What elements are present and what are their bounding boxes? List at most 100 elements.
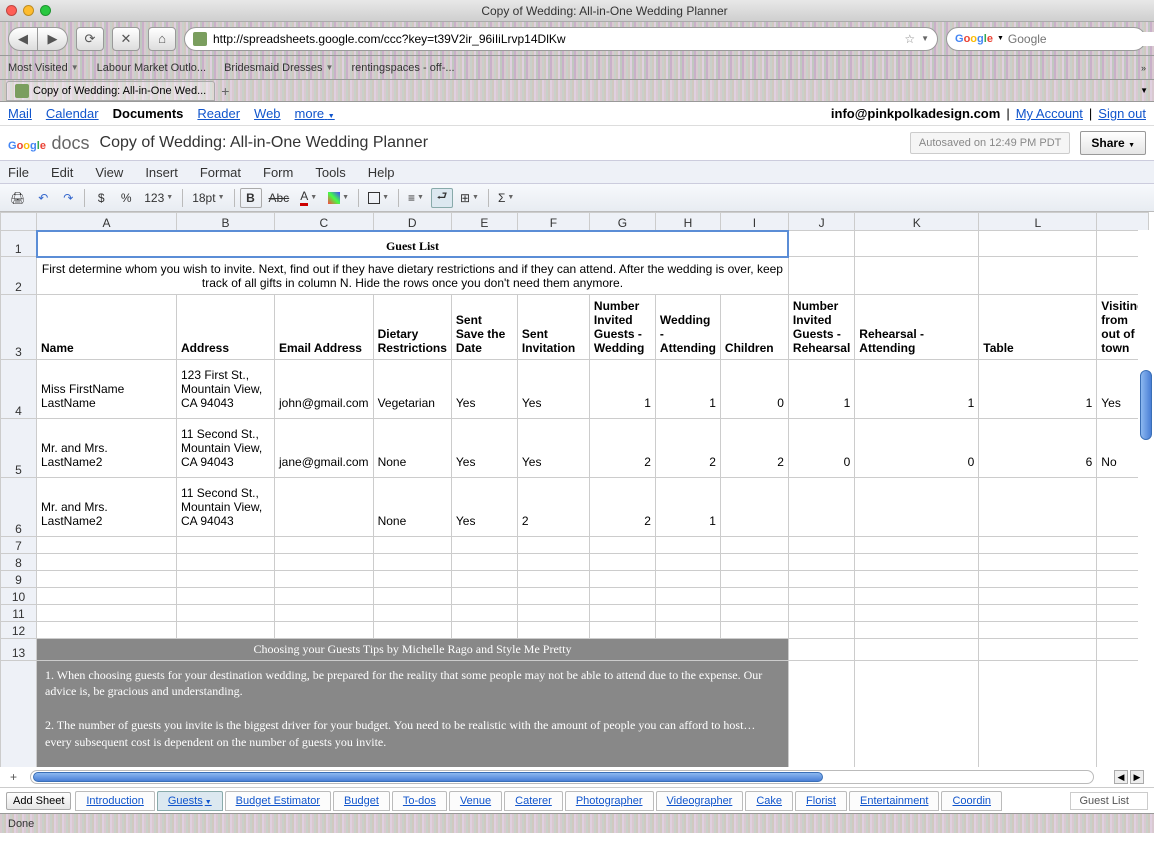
sheet-tab[interactable]: Videographer xyxy=(656,791,744,811)
gbar-reader[interactable]: Reader xyxy=(197,106,240,121)
dropdown-icon[interactable]: ▼ xyxy=(921,34,929,43)
data-cell[interactable]: 1 xyxy=(788,359,854,418)
empty-cell[interactable] xyxy=(589,553,655,570)
data-cell[interactable]: 1 xyxy=(655,477,720,536)
empty-cell[interactable] xyxy=(855,587,979,604)
gbar-more[interactable]: more ▼ xyxy=(295,106,335,121)
empty-cell[interactable] xyxy=(855,536,979,553)
percent-button[interactable]: % xyxy=(115,188,137,208)
empty-cell[interactable] xyxy=(855,553,979,570)
search-input[interactable] xyxy=(1008,32,1154,46)
sheet-tab[interactable]: Photographer xyxy=(565,791,654,811)
borders-button[interactable]: ▼ xyxy=(364,188,393,208)
column-header[interactable]: H xyxy=(655,213,720,231)
empty-cell[interactable] xyxy=(275,621,374,638)
zoom-window-button[interactable] xyxy=(40,5,51,16)
menu-help[interactable]: Help xyxy=(368,165,395,180)
data-cell[interactable]: None xyxy=(373,477,451,536)
stop-button[interactable]: ✕ xyxy=(112,27,140,51)
empty-cell[interactable] xyxy=(979,621,1097,638)
text-color-button[interactable]: A▼ xyxy=(296,188,321,208)
data-cell[interactable]: None xyxy=(373,418,451,477)
data-cell[interactable]: Yes xyxy=(517,418,589,477)
strikethrough-button[interactable]: Abc xyxy=(265,188,294,208)
sheet-tab[interactable]: Florist xyxy=(795,791,847,811)
menu-view[interactable]: View xyxy=(95,165,123,180)
column-label[interactable]: Table xyxy=(979,294,1097,359)
document-title[interactable]: Copy of Wedding: All-in-One Wedding Plan… xyxy=(100,134,428,152)
empty-cell[interactable] xyxy=(37,536,177,553)
browser-tab[interactable]: Copy of Wedding: All-in-One Wed... xyxy=(6,81,215,101)
column-header[interactable]: K xyxy=(855,213,979,231)
column-header[interactable]: A xyxy=(37,213,177,231)
data-cell[interactable]: Yes xyxy=(451,418,517,477)
sheet-tab[interactable]: Budget xyxy=(333,791,390,811)
data-cell[interactable]: Yes xyxy=(451,359,517,418)
data-cell[interactable] xyxy=(855,477,979,536)
empty-cell[interactable] xyxy=(788,553,854,570)
menu-file[interactable]: File xyxy=(8,165,29,180)
data-cell[interactable] xyxy=(979,477,1097,536)
empty-cell[interactable] xyxy=(655,604,720,621)
scroll-right-button[interactable]: ▶ xyxy=(1130,770,1144,784)
browser-search[interactable]: Google ▼ 🔍 xyxy=(946,27,1146,51)
column-header[interactable]: E xyxy=(451,213,517,231)
tips-body[interactable]: 1. When choosing guests for your destina… xyxy=(37,660,789,767)
menu-edit[interactable]: Edit xyxy=(51,165,73,180)
data-cell[interactable]: 0 xyxy=(788,418,854,477)
data-cell[interactable]: 2 xyxy=(517,477,589,536)
empty-cell[interactable] xyxy=(720,621,788,638)
menu-insert[interactable]: Insert xyxy=(145,165,178,180)
tips-header[interactable]: Choosing your Guests Tips by Michelle Ra… xyxy=(37,638,789,660)
empty-cell[interactable] xyxy=(589,587,655,604)
sheet-tab[interactable]: Caterer xyxy=(504,791,563,811)
bookmark-star-icon[interactable]: ☆ xyxy=(904,32,915,46)
data-cell[interactable]: 2 xyxy=(655,418,720,477)
empty-cell[interactable] xyxy=(589,536,655,553)
guest-list-title[interactable]: Guest List xyxy=(37,231,789,257)
empty-cell[interactable] xyxy=(275,570,374,587)
empty-cell[interactable] xyxy=(655,536,720,553)
empty-cell[interactable] xyxy=(177,570,275,587)
forward-button[interactable]: ▶ xyxy=(38,27,68,51)
empty-cell[interactable] xyxy=(655,553,720,570)
column-label[interactable]: Sent Save the Date xyxy=(451,294,517,359)
minimize-window-button[interactable] xyxy=(23,5,34,16)
data-cell[interactable]: 1 xyxy=(655,359,720,418)
data-cell[interactable]: 6 xyxy=(979,418,1097,477)
search-dropdown-icon[interactable]: ▼ xyxy=(997,35,1004,42)
column-label[interactable]: Number Invited Guests - Rehearsal xyxy=(788,294,854,359)
data-cell[interactable]: 1 xyxy=(855,359,979,418)
empty-cell[interactable] xyxy=(37,587,177,604)
empty-cell[interactable] xyxy=(451,536,517,553)
column-label[interactable]: Rehearsal - Attending xyxy=(855,294,979,359)
column-header[interactable] xyxy=(1097,213,1149,231)
empty-cell[interactable] xyxy=(373,570,451,587)
empty-cell[interactable] xyxy=(37,570,177,587)
print-button[interactable]: 🖨 xyxy=(6,188,29,208)
bold-button[interactable]: B xyxy=(240,188,262,208)
data-cell[interactable]: jane@gmail.com xyxy=(275,418,374,477)
data-cell[interactable]: 2 xyxy=(720,418,788,477)
empty-cell[interactable] xyxy=(655,621,720,638)
share-button[interactable]: Share ▼ xyxy=(1080,131,1146,155)
sheet-tab[interactable]: Venue xyxy=(449,791,502,811)
empty-cell[interactable] xyxy=(979,570,1097,587)
column-label[interactable]: Sent Invitation xyxy=(517,294,589,359)
data-cell[interactable]: 0 xyxy=(720,359,788,418)
empty-cell[interactable] xyxy=(177,536,275,553)
bookmark-item[interactable]: Most Visited▼ xyxy=(8,62,79,74)
sheet-tab[interactable]: To-dos xyxy=(392,791,447,811)
formula-button[interactable]: Σ▼ xyxy=(494,188,518,208)
column-label[interactable]: Wedding - Attending xyxy=(655,294,720,359)
empty-cell[interactable] xyxy=(788,536,854,553)
sheet-tab[interactable]: Budget Estimator xyxy=(225,791,331,811)
bookmark-item[interactable]: Labour Market Outlo... xyxy=(97,62,206,74)
empty-cell[interactable] xyxy=(855,570,979,587)
data-cell[interactable]: Miss FirstName LastName xyxy=(37,359,177,418)
column-header[interactable]: L xyxy=(979,213,1097,231)
scroll-left-button[interactable]: ◀ xyxy=(1114,770,1128,784)
empty-cell[interactable] xyxy=(720,587,788,604)
merge-button[interactable]: ⊞▼ xyxy=(456,188,483,208)
menu-format[interactable]: Format xyxy=(200,165,241,180)
